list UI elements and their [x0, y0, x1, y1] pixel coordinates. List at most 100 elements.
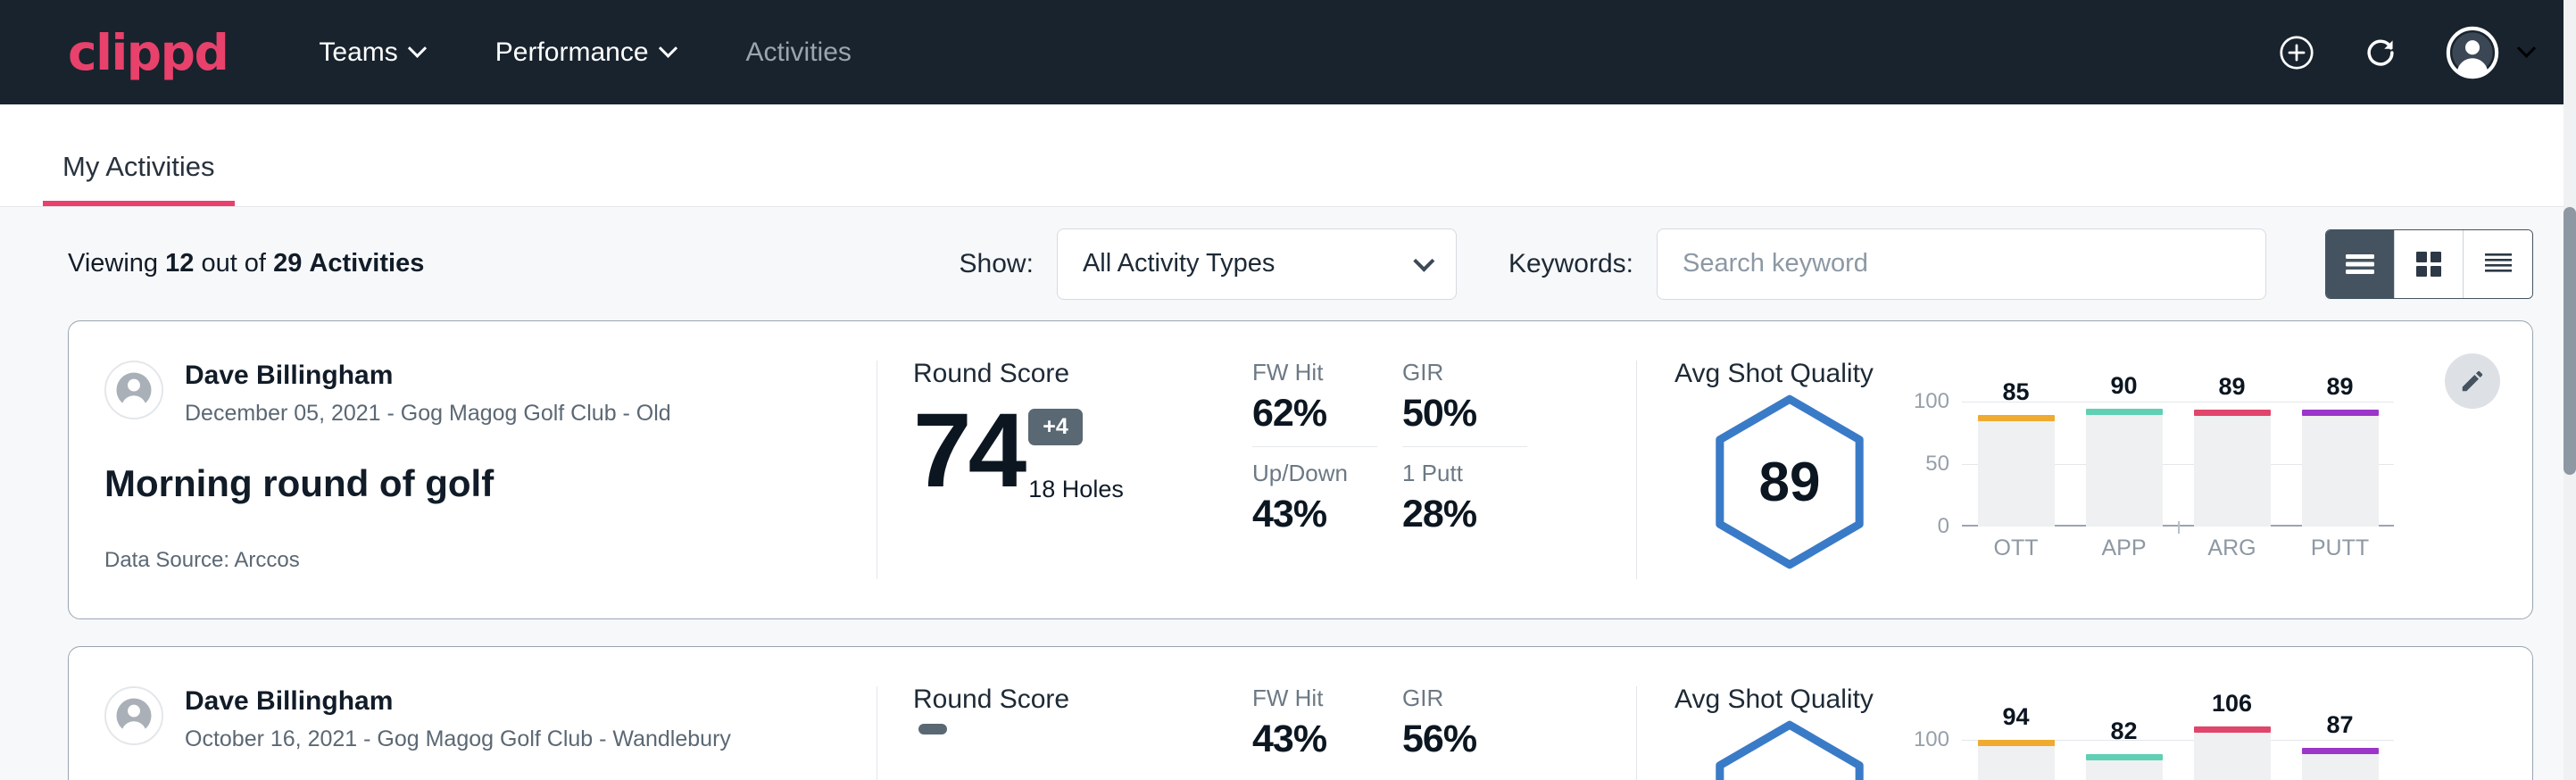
nav-item-teams[interactable]: Teams — [308, 29, 434, 77]
nav-item-activities[interactable]: Activities — [735, 29, 862, 77]
round-score-label: Round Score — [913, 685, 1252, 715]
stat-fw-hit: FW Hit 62% — [1252, 359, 1402, 436]
xlabel-arg-text: ARG — [2207, 535, 2256, 560]
bar-ott — [1978, 745, 2055, 780]
xlabel-putt-text: PUTT — [2311, 535, 2369, 560]
stat-fw-hit-value: 43% — [1252, 718, 1402, 761]
bar-slot-arg: 89 — [2190, 402, 2275, 527]
chart-plot-area: 100 50 0 85 90 — [1962, 402, 2394, 527]
round-score-value-group: 74 +4 18 Holes — [913, 398, 1252, 503]
chart-plot-area: 100 50 0 94 82 — [1962, 727, 2394, 780]
activity-type-select-value: All Activity Types — [1083, 249, 1275, 278]
bar-value-app: 90 — [2082, 372, 2167, 400]
tab-bar: My Activities — [0, 104, 2576, 207]
avg-shot-quality-hexagon: 89 — [1708, 393, 1871, 571]
nav-item-performance-label: Performance — [495, 37, 649, 68]
activity-meta: December 05, 2021 - Gog Magog Golf Club … — [185, 401, 671, 427]
account-menu[interactable] — [2445, 25, 2533, 80]
stat-gir-value: 50% — [1402, 392, 1552, 436]
chart-bars: 85 90 — [1962, 402, 2394, 527]
activity-type-select[interactable]: All Activity Types — [1057, 228, 1457, 300]
stats-column: FW Hit 62% Up/Down 43% GIR 50% — [1252, 321, 1636, 618]
refresh-button[interactable] — [2361, 33, 2400, 72]
view-mode-grid-button[interactable] — [2395, 230, 2464, 298]
chart-x-labels: OTT APP ARG PUTT — [1962, 535, 2394, 561]
nav-item-performance[interactable]: Performance — [485, 29, 686, 77]
stats-col-left: FW Hit 43% — [1252, 685, 1402, 765]
compact-view-icon — [2484, 252, 2513, 277]
activity-card[interactable]: Dave Billingham December 05, 2021 - Gog … — [68, 320, 2533, 619]
activity-card[interactable]: Dave Billingham October 16, 2021 - Gog M… — [68, 646, 2533, 780]
xlabel-ott: OTT — [1974, 535, 2059, 561]
edit-activity-button[interactable] — [2445, 353, 2500, 409]
avg-shot-quality-value: 89 — [1759, 451, 1821, 514]
bar-slot-app: 82 — [2082, 727, 2167, 780]
player-name: Dave Billingham — [185, 686, 731, 718]
round-score-value: 74 — [913, 398, 1023, 503]
activity-list: Dave Billingham December 05, 2021 - Gog … — [0, 320, 2576, 780]
filter-toolbar: Viewing 12 out of 29 Activities Show: Al… — [0, 207, 2576, 320]
stat-gir-value: 56% — [1402, 718, 1552, 761]
tab-my-activities[interactable]: My Activities — [43, 151, 235, 206]
bar-value-putt: 87 — [2298, 711, 2383, 739]
search-input[interactable] — [1657, 228, 2266, 300]
activity-meta: October 16, 2021 - Gog Magog Golf Club -… — [185, 726, 731, 752]
add-activity-button[interactable] — [2277, 33, 2316, 72]
page-scrollbar[interactable] — [2564, 0, 2576, 780]
ytick-100: 100 — [1914, 389, 1949, 414]
stats-col-right: GIR 50% 1 Putt 28% — [1402, 359, 1552, 540]
nav-actions — [2277, 25, 2533, 80]
stat-1-putt-label: 1 Putt — [1402, 460, 1552, 487]
nav-item-activities-label: Activities — [746, 37, 852, 68]
player-header: Dave Billingham December 05, 2021 - Gog … — [104, 361, 841, 427]
primary-nav: Teams Performance Activities — [308, 29, 861, 77]
bar-slot-ott: 94 — [1974, 727, 2059, 780]
round-score-column: Round Score 74 +4 18 Holes — [877, 321, 1252, 618]
bar-value-arg: 106 — [2190, 690, 2275, 718]
tab-my-activities-label: My Activities — [62, 151, 215, 182]
bar-cap-app — [2086, 754, 2163, 760]
xlabel-putt: PUTT — [2298, 535, 2383, 561]
grid-view-icon — [2415, 251, 2442, 278]
chevron-down-icon — [408, 39, 427, 58]
stat-gir: GIR 56% — [1402, 685, 1552, 761]
stat-gir: GIR 50% — [1402, 359, 1552, 436]
activity-title: Morning round of golf — [104, 462, 841, 505]
viewing-mid: out of — [201, 249, 266, 278]
pencil-icon — [2459, 368, 2486, 394]
round-score-value-group — [913, 724, 1252, 780]
account-avatar-icon — [2445, 25, 2500, 80]
bar-value-putt: 89 — [2298, 373, 2383, 401]
score-differential-badge — [918, 724, 947, 734]
stat-up-down-value: 43% — [1252, 493, 1402, 536]
chevron-down-icon — [1413, 251, 1434, 272]
stats-col-left: FW Hit 62% Up/Down 43% — [1252, 359, 1402, 540]
round-score-column: Round Score — [877, 647, 1252, 780]
view-mode-list-button[interactable] — [2326, 230, 2395, 298]
stats-column: FW Hit 43% GIR 56% — [1252, 647, 1636, 780]
view-mode-compact-button[interactable] — [2464, 230, 2532, 298]
player-header: Dave Billingham October 16, 2021 - Gog M… — [104, 686, 841, 752]
viewing-prefix: Viewing — [68, 249, 158, 278]
bar-cap-ott — [1978, 415, 2055, 421]
viewing-count: 12 — [165, 249, 194, 278]
score-differential-badge: +4 — [1028, 409, 1083, 445]
top-navigation-bar: clippd Teams Performance Activities — [0, 0, 2576, 104]
nav-item-teams-label: Teams — [319, 37, 397, 68]
view-mode-toggle — [2325, 229, 2533, 299]
page-scrollbar-thumb[interactable] — [2564, 207, 2576, 475]
bar-app — [2086, 414, 2163, 527]
stat-up-down: Up/Down 43% — [1252, 460, 1402, 536]
bar-cap-putt — [2302, 748, 2379, 754]
person-icon — [111, 693, 157, 739]
stat-fw-hit-label: FW Hit — [1252, 359, 1402, 386]
ytick-0: 0 — [1938, 514, 1949, 539]
brand-logo[interactable]: clippd — [68, 24, 228, 81]
holes-played: 18 Holes — [1028, 476, 1124, 503]
stat-fw-hit: FW Hit 43% — [1252, 685, 1402, 761]
stat-gir-label: GIR — [1402, 359, 1552, 386]
stat-divider — [1252, 446, 1377, 447]
person-icon — [111, 367, 157, 413]
stat-gir-label: GIR — [1402, 685, 1552, 712]
avatar — [104, 686, 163, 745]
